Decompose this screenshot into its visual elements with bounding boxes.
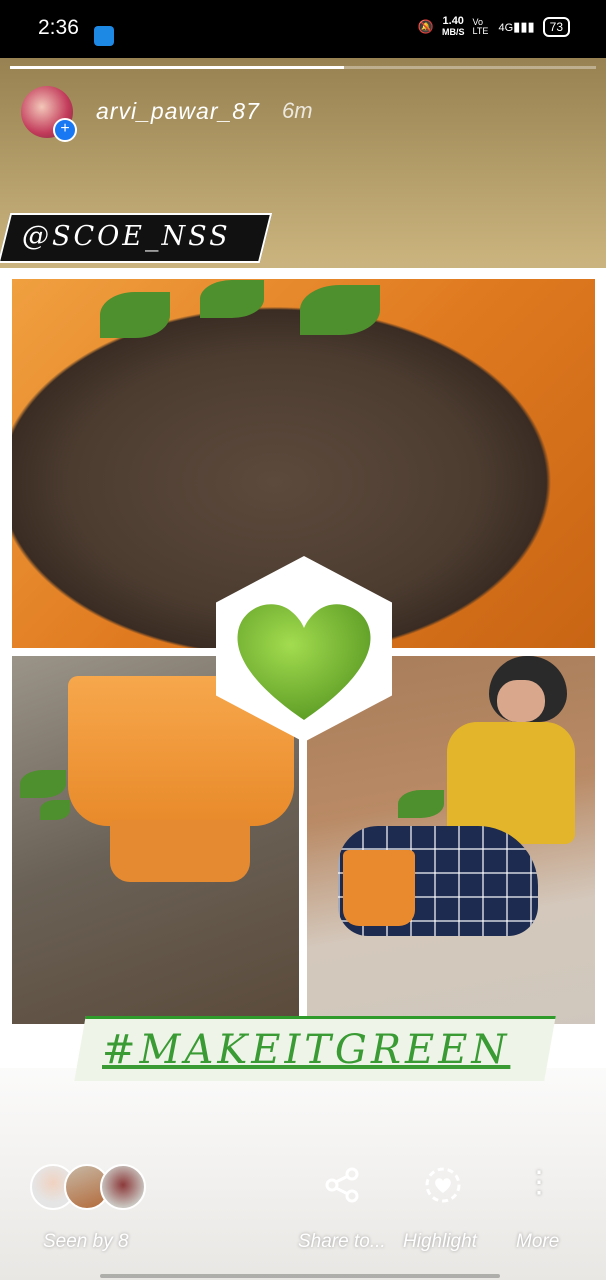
network-speed: 1.40 MB/S [442, 16, 465, 38]
mention-sticker[interactable]: @SCOE_NSS [22, 221, 231, 252]
share-button[interactable] [297, 1165, 387, 1210]
story-progress-bar [10, 66, 596, 69]
app-notification-icon [94, 26, 114, 46]
more-vertical-icon: ⋮ [524, 1166, 554, 1199]
status-time: 2:36 [38, 16, 79, 39]
plant-leaf [200, 280, 264, 318]
seen-by-label[interactable]: Seen by 8 [43, 1231, 129, 1253]
share-icon [325, 1167, 359, 1203]
highlight-label[interactable]: Highlight [403, 1231, 477, 1253]
add-story-plus-icon[interactable]: + [53, 118, 77, 142]
mute-bell-icon: 🔕 [417, 19, 434, 34]
hashtag-sticker[interactable]: #MAKEITGREEN [102, 1027, 510, 1073]
signal-icon: 4G▮▮▮ [498, 19, 535, 34]
green-heart-icon[interactable] [234, 596, 374, 724]
small-orange-pot [343, 850, 415, 926]
signal-type: 4G [498, 22, 514, 34]
plant-leaf [398, 790, 444, 818]
volte-icon: Vo LTE [472, 17, 489, 36]
viewer-avatars[interactable] [30, 1164, 150, 1210]
more-label[interactable]: More [516, 1231, 559, 1253]
highlight-heart-icon [425, 1167, 461, 1203]
story-progress-fill [10, 66, 345, 69]
plant-cutting [40, 800, 70, 820]
status-icons: 🔕 1.40 MB/S Vo LTE 4G▮▮▮ 73 [418, 16, 570, 38]
network-speed-value: 1.40 [442, 15, 464, 27]
share-label[interactable]: Share to... [298, 1231, 386, 1253]
username[interactable]: arvi_pawar_87 [96, 98, 260, 125]
home-indicator [100, 1274, 500, 1278]
network-speed-unit: MB/S [441, 27, 465, 37]
viewer-avatar [100, 1164, 146, 1210]
plant-cutting [20, 770, 66, 798]
status-bar: 2:36 🔕 1.40 MB/S Vo LTE 4G▮▮▮ 73 [0, 0, 606, 58]
battery-icon: 73 [542, 17, 570, 37]
person-face [497, 680, 545, 722]
highlight-button[interactable] [398, 1165, 488, 1210]
plant-leaf [100, 292, 170, 338]
more-button[interactable]: ⋮ [494, 1165, 584, 1200]
plant-leaf [300, 285, 380, 335]
orange-pot-base [110, 820, 250, 882]
story-time-ago: 6m [282, 98, 313, 123]
